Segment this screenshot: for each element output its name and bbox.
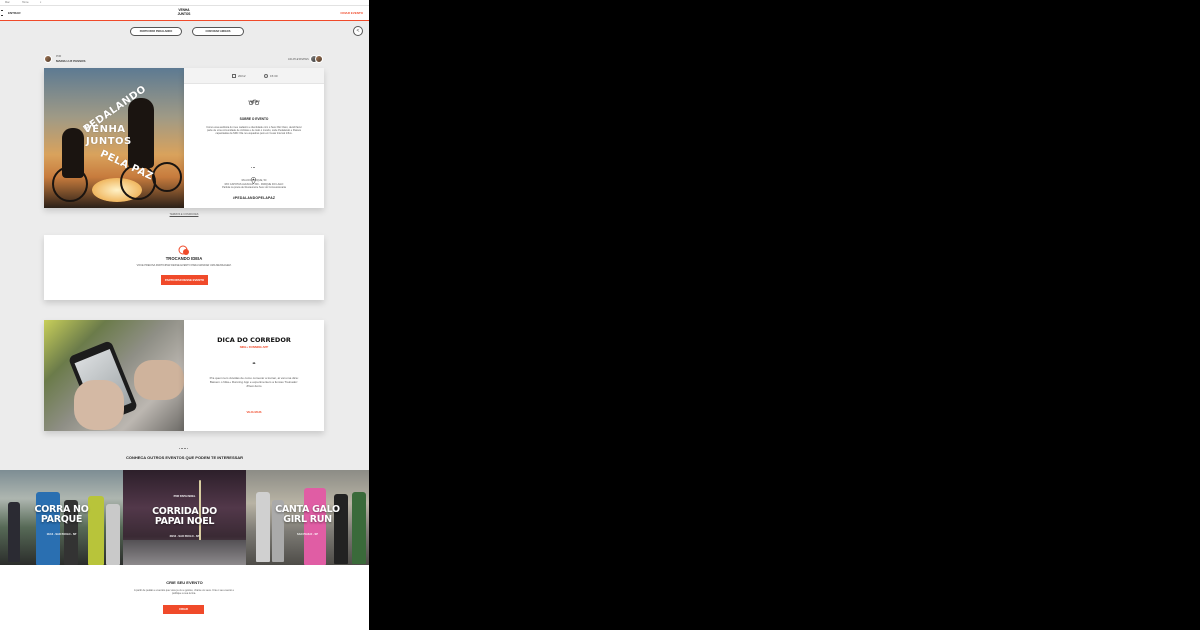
event-title-line: GIRL RUN (283, 514, 332, 525)
browser-tab[interactable]: Mac (5, 1, 10, 4)
runner-figure (36, 492, 60, 565)
event-hero-image: PEDALANDO VENHA JUNTOS PELA PAZ (44, 68, 184, 208)
hero-title-line: VENHA (84, 124, 126, 135)
event-time: 15:30 (270, 74, 278, 78)
create-event-section: CRIE SEU EVENTO A partir de pedais e eve… (0, 565, 369, 630)
bike-wheel (152, 162, 182, 192)
runner-tip-panel: DICA DO CORREDOR NIKE+ RUNNING APP “ Pra… (184, 320, 324, 431)
share-icon[interactable]: < (353, 26, 363, 36)
discussion-title: TROCANDO IDEIA (165, 256, 203, 261)
create-event-button[interactable]: CRIAR (163, 605, 204, 614)
tip-title: DICA DO CORREDOR (217, 336, 291, 344)
rider-silhouette (128, 98, 154, 168)
event-date: 20/12 (238, 74, 246, 78)
invite-friends-button[interactable]: CONVIDAR AMIGOS (192, 27, 244, 36)
tip-text: Pra quem tem duvidas de como comecar a t… (209, 376, 299, 389)
bicycle-icon (248, 92, 260, 106)
terms-link[interactable]: TERMOS E CONDICOES (164, 213, 204, 216)
organizer-label: POR (56, 55, 62, 58)
runner-figure (304, 488, 326, 565)
event-subtitle: SAO PAULO - SP (297, 533, 318, 536)
tip-read-more-link[interactable]: VEJA MAIS (184, 410, 324, 414)
join-event-button[interactable]: PARTICIPAR PEDALANDO (130, 27, 182, 36)
organizer-avatar[interactable] (44, 55, 52, 63)
event-subtitle: 11/12 - SAO PAULO - SP (46, 533, 77, 536)
discussion-card: TROCANDO IDEIA VOCE PRECISA PARTICIPAR D… (44, 235, 324, 300)
logo-line: JUNTOS (177, 11, 191, 16)
logo[interactable]: VENHA JUNTOS (170, 8, 198, 16)
location-pin-icon (251, 171, 256, 185)
runner-figure (352, 492, 366, 564)
login-link[interactable]: ENTRAR (8, 11, 21, 15)
event-subtitle: 20/12 - SAO PAULO - SP (169, 535, 200, 538)
event-date-time-bar: 20/12 15:30 (184, 68, 324, 84)
hand-image (134, 360, 184, 400)
runner-figure (256, 492, 270, 562)
browser-tab[interactable]: Home (22, 1, 29, 4)
discussion-text: VOCE PRECISA PARTICIPAR DESSE EVENTO PAR… (136, 264, 232, 267)
tip-subtitle: NIKE+ RUNNING APP (239, 345, 269, 349)
top-navbar: ENTRAR VENHA JUNTOS CRIAR EVENTO (0, 6, 369, 21)
event-card-canta-galo-girl-run[interactable]: CANTA GALO GIRL RUN SAO PAULO - SP (246, 470, 369, 565)
event-hashtag[interactable]: #PEDALANDOPELAPAZ (184, 196, 324, 200)
address-line: Partida na praca de Restaurante Sesc do … (222, 186, 286, 189)
runner-tip-image (44, 320, 184, 431)
chat-bubble-icon (178, 243, 190, 255)
quote-icon: “ (252, 362, 256, 369)
event-title-line: PAPAI NOEL (154, 516, 215, 527)
page: Mac Home x ENTRAR VENHA JUNTOS CRIAR EVE… (0, 0, 369, 630)
bike-wheel (52, 166, 88, 202)
about-title: SOBRE O EVENTO (239, 117, 269, 121)
browser-tab-close[interactable]: x (40, 1, 41, 4)
event-title-line: PARQUE (40, 514, 83, 525)
event-type: CICLISMO (247, 100, 261, 103)
join-event-red-button[interactable]: PARTICIPAR DESSE EVENTO (161, 275, 208, 285)
event-organizer: POR PAPAI NOEL (173, 495, 196, 498)
event-info-panel: 20/12 15:30 CICLISMO SOBRE O EVENTO Como… (184, 68, 324, 208)
clock-icon (264, 74, 268, 78)
create-event-link[interactable]: CRIAR EVENTO (340, 11, 363, 15)
calendar-icon (232, 74, 236, 78)
create-event-title: CRIE SEU EVENTO (166, 580, 203, 585)
participants-count: 100 ATLETAS/PAIS (288, 58, 309, 61)
participant-avatar[interactable] (315, 55, 323, 63)
other-events-heading: CONHECA OUTROS EVENTOS QUE PODEM TE INTE… (125, 455, 244, 460)
event-card-corra-no-parque[interactable]: CORRA NO PARQUE 11/12 - SAO PAULO - SP (0, 470, 123, 565)
organizer-name[interactable]: MARIA LUZ PASSOS (56, 59, 86, 63)
menu-icon[interactable] (1, 10, 3, 16)
street-image (123, 540, 246, 565)
hero-title-line: JUNTOS (86, 136, 132, 147)
about-text: Como essa auditoria do meu cadastro e id… (206, 126, 302, 136)
create-event-text: A partir de pedais e eventos que voce ja… (134, 589, 234, 596)
carousel-dots[interactable] (178, 436, 189, 454)
event-card-corrida-papai-noel[interactable]: POR PAPAI NOEL CORRIDA DO PAPAI NOEL 20/… (123, 470, 246, 565)
hand-image (74, 380, 124, 430)
